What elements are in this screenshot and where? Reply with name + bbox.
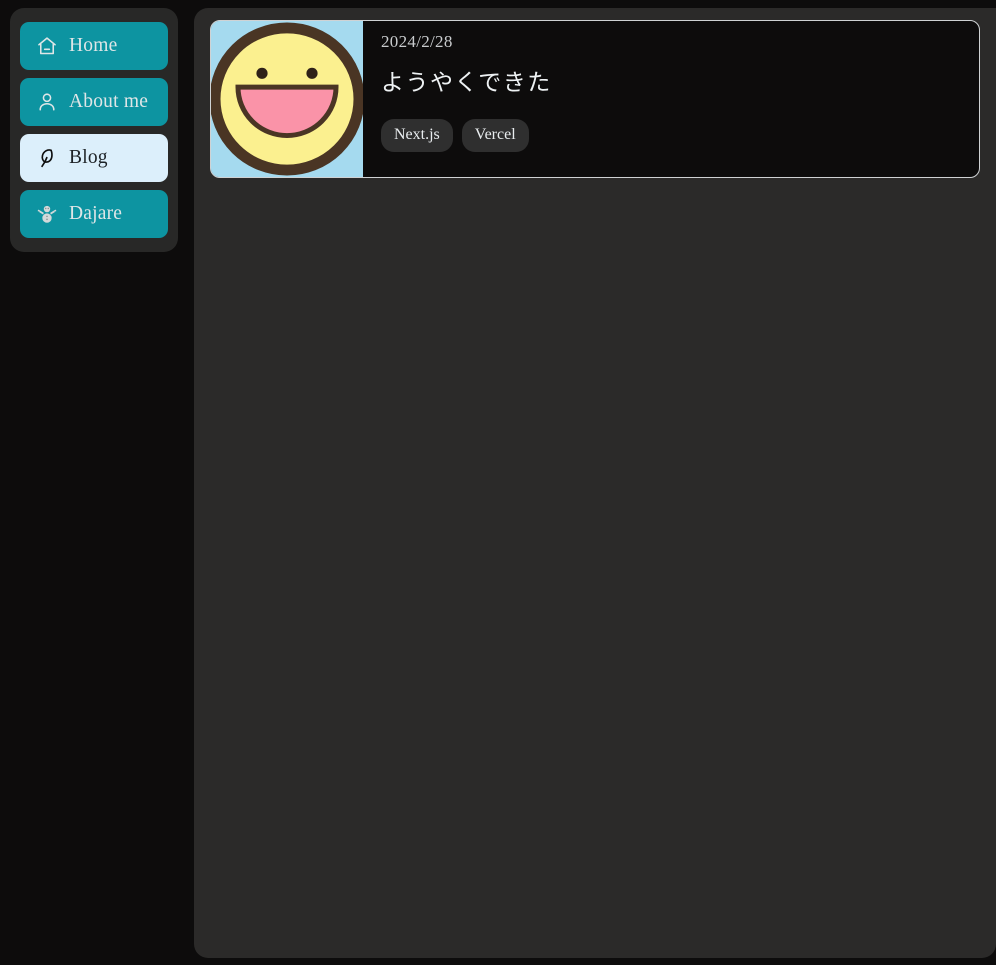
sidebar-item-home[interactable]: Home [20, 22, 168, 70]
tag-badge[interactable]: Vercel [461, 119, 529, 152]
post-date: 2024/2/28 [381, 32, 453, 51]
home-icon [36, 35, 58, 57]
sidebar-item-dajare[interactable]: Dajare [20, 190, 168, 238]
post-tags: Next.js Vercel [381, 119, 979, 152]
snowman-icon [36, 203, 58, 225]
main-content: 2024/2/28 ようやくできた Next.js Vercel [194, 8, 996, 958]
person-icon [36, 91, 58, 113]
sidebar: Home About me Blog Dajare [10, 8, 178, 252]
sidebar-item-label: Dajare [69, 203, 123, 225]
sidebar-item-label: Blog [69, 147, 108, 169]
post-title: ようやくできた [381, 70, 552, 96]
sidebar-item-about-me[interactable]: About me [20, 78, 168, 126]
sidebar-item-label: About me [69, 91, 149, 113]
page-root: Home About me Blog Dajare 2024/2/28 ようやく… [0, 0, 996, 965]
feather-icon [36, 147, 58, 169]
smiley-face-thumbnail [211, 21, 363, 177]
blog-post-card[interactable]: 2024/2/28 ようやくできた Next.js Vercel [210, 20, 980, 178]
sidebar-item-label: Home [69, 35, 118, 57]
blog-post-body: 2024/2/28 ようやくできた Next.js Vercel [363, 21, 979, 177]
sidebar-item-blog[interactable]: Blog [20, 134, 168, 182]
tag-badge[interactable]: Next.js [381, 119, 453, 152]
